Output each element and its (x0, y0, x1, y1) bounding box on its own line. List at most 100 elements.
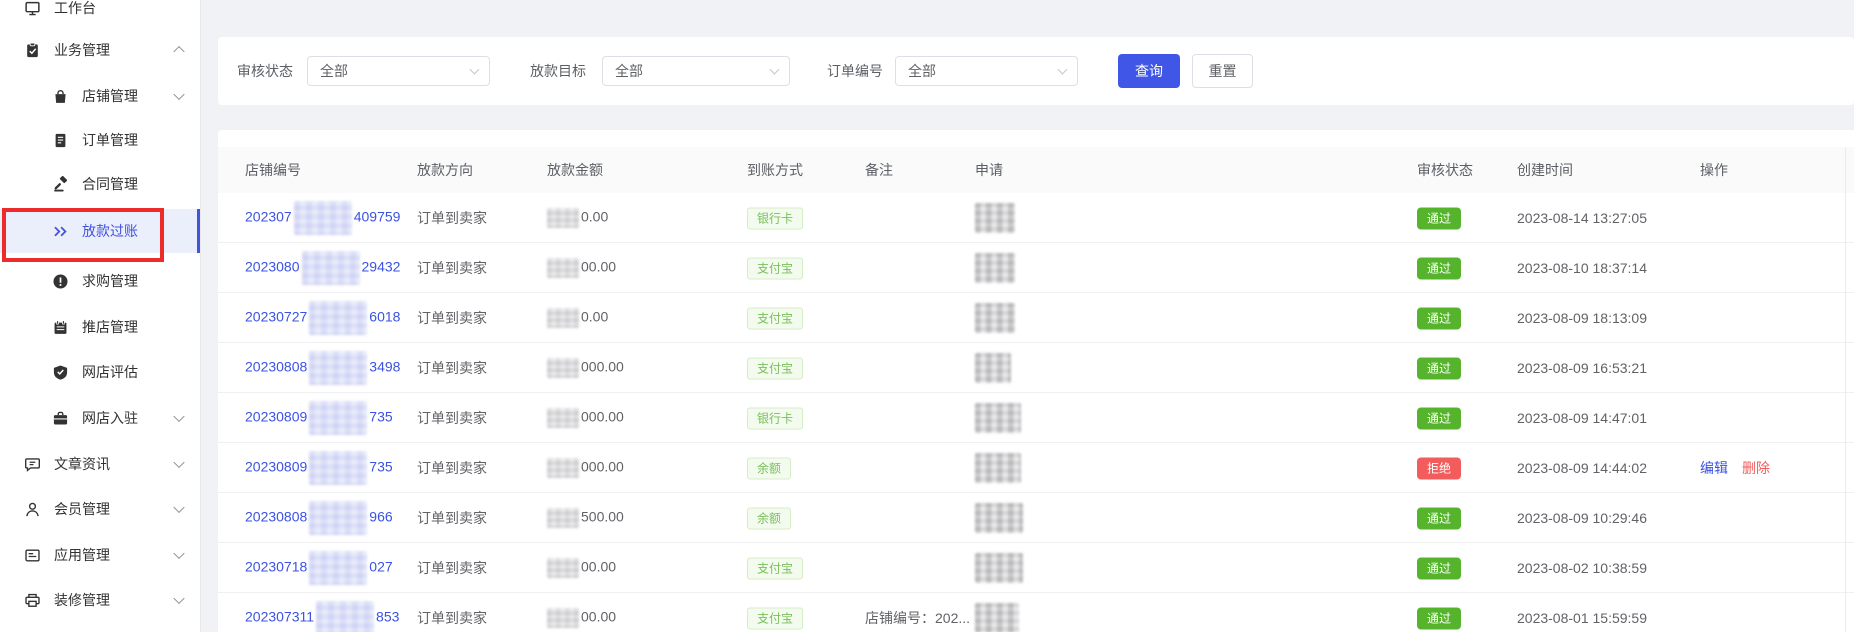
edit-link[interactable]: 编辑 (1700, 460, 1728, 476)
sidebar-item-6[interactable]: 放款过账 (0, 209, 200, 253)
sidebar-item-12[interactable]: 会员管理 (0, 487, 200, 531)
sidebar-item-3[interactable]: 店铺管理 (0, 74, 200, 118)
table-row: 20230809735订单到卖家000.00余额拒绝2023-08-09 14:… (218, 443, 1854, 493)
user-icon (24, 501, 41, 518)
briefcase-icon (52, 410, 69, 427)
table-row: 202307311853订单到卖家00.00支付宝店铺编号：202...通过20… (218, 593, 1854, 632)
sidebar-item-8[interactable]: 推店管理 (0, 305, 200, 349)
calendar-icon (52, 319, 69, 336)
sidebar-item-13[interactable]: 应用管理 (0, 533, 200, 577)
sidebar-item-11[interactable]: 文章资讯 (0, 442, 200, 486)
table-row: 202308083498订单到卖家000.00支付宝通过2023-08-09 1… (218, 343, 1854, 393)
order-id-link[interactable]: 202307409759 (245, 201, 400, 235)
sidebar-item-label: 网店评估 (82, 362, 138, 382)
reset-button[interactable]: 重置 (1192, 54, 1253, 88)
payment-method-tag: 银行卡 (747, 209, 803, 226)
censored-blur (975, 503, 1023, 533)
sidebar: 工作台业务管理店铺管理订单管理合同管理放款过账求购管理推店管理网店评估网店入驻文… (0, 0, 201, 632)
sidebar-item-label: 装修管理 (54, 590, 110, 610)
created-time: 2023-08-02 10:38:59 (1517, 560, 1647, 576)
loan-direction: 订单到卖家 (417, 358, 487, 378)
col-created: 创建时间 (1517, 147, 1573, 193)
chevron-down-icon (173, 502, 184, 513)
status-filter-value: 全部 (320, 61, 348, 81)
order-id-link[interactable]: 20230809735 (245, 401, 393, 435)
censored-blur (302, 251, 360, 285)
sidebar-item-7[interactable]: 求购管理 (0, 259, 200, 303)
created-time: 2023-08-01 15:59:59 (1517, 610, 1647, 626)
apply-censored (975, 353, 1011, 383)
apply-censored (975, 203, 1015, 233)
table-row: 20230718027订单到卖家00.00支付宝通过2023-08-02 10:… (218, 543, 1854, 593)
order-id-link[interactable]: 202308029432 (245, 251, 400, 285)
order-no-filter-select[interactable]: 全部 (895, 56, 1078, 86)
status-badge: 通过 (1417, 309, 1461, 326)
sidebar-item-2[interactable]: 业务管理 (0, 28, 200, 72)
chevron-down-icon (173, 457, 184, 468)
chevron-down-icon (173, 411, 184, 422)
apply-censored (975, 403, 1021, 433)
status-badge: 通过 (1417, 409, 1461, 426)
created-time: 2023-08-14 13:27:05 (1517, 210, 1647, 226)
censored-blur (547, 258, 579, 278)
order-id-link[interactable]: 20230809735 (245, 451, 393, 485)
order-id-link[interactable]: 20230718027 (245, 551, 393, 585)
apply-censored (975, 603, 1019, 632)
table-row: 20230808966订单到卖家500.00余额通过2023-08-09 10:… (218, 493, 1854, 543)
censored-blur (547, 358, 579, 378)
document-icon (52, 132, 69, 149)
loan-direction: 订单到卖家 (417, 458, 487, 478)
col-actions: 操作 (1700, 147, 1728, 193)
status-filter-select[interactable]: 全部 (307, 56, 490, 86)
sidebar-item-label: 店铺管理 (82, 86, 138, 106)
loan-amount: 0.00 (547, 208, 608, 228)
sidebar-item-label: 文章资讯 (54, 454, 110, 474)
table-row: 20230809735订单到卖家000.00银行卡通过2023-08-09 14… (218, 393, 1854, 443)
apply-censored (975, 253, 1015, 283)
order-id-link[interactable]: 202308083498 (245, 351, 400, 385)
loan-direction: 订单到卖家 (417, 258, 487, 278)
order-id-link[interactable]: 202307276018 (245, 301, 400, 335)
sidebar-item-9[interactable]: 网店评估 (0, 350, 200, 394)
delete-link[interactable]: 删除 (1742, 460, 1770, 476)
remark-text: 店铺编号：202... (865, 608, 970, 628)
sidebar-item-5[interactable]: 合同管理 (0, 162, 200, 206)
sidebar-item-14[interactable]: 装修管理 (0, 578, 200, 622)
search-button[interactable]: 查询 (1118, 54, 1180, 88)
sidebar-item-label: 业务管理 (54, 40, 110, 60)
order-id-link[interactable]: 20230808966 (245, 501, 393, 535)
censored-blur (547, 558, 579, 578)
loan-amount: 00.00 (547, 608, 616, 628)
status-badge: 通过 (1417, 559, 1461, 576)
censored-blur (975, 303, 1015, 333)
sidebar-item-1[interactable]: 工作台 (0, 0, 200, 30)
sidebar-item-4[interactable]: 订单管理 (0, 118, 200, 162)
status-badge: 拒绝 (1417, 459, 1461, 476)
censored-blur (547, 508, 579, 528)
order-id-link[interactable]: 202307311853 (245, 601, 399, 632)
chevron-down-icon (470, 65, 480, 75)
sidebar-item-label: 放款过账 (82, 221, 138, 241)
gavel-icon (52, 176, 69, 193)
loan-direction: 订单到卖家 (417, 508, 487, 528)
censored-blur (547, 308, 579, 328)
filter-bar: 审核状态 全部 放款目标 全部 订单编号 全部 查询 重置 (218, 37, 1854, 105)
censored-blur (975, 453, 1021, 483)
created-time: 2023-08-09 14:47:01 (1517, 410, 1647, 426)
loan-direction: 订单到卖家 (417, 558, 487, 578)
status-badge: 通过 (1417, 609, 1461, 626)
table-row: 202307409759订单到卖家0.00银行卡通过2023-08-14 13:… (218, 193, 1854, 243)
created-time: 2023-08-10 18:37:14 (1517, 260, 1647, 276)
payment-method-tag: 支付宝 (747, 309, 803, 326)
sidebar-item-10[interactable]: 网店入驻 (0, 396, 200, 440)
loan-direction: 订单到卖家 (417, 208, 487, 228)
censored-blur (975, 353, 1011, 383)
target-filter-select[interactable]: 全部 (602, 56, 790, 86)
censored-blur (547, 608, 579, 628)
payment-method-tag: 支付宝 (747, 359, 803, 376)
created-time: 2023-08-09 10:29:46 (1517, 510, 1647, 526)
status-badge: 通过 (1417, 359, 1461, 376)
payment-method-tag: 支付宝 (747, 559, 803, 576)
comment-icon (24, 456, 41, 473)
sidebar-item-label: 求购管理 (82, 271, 138, 291)
